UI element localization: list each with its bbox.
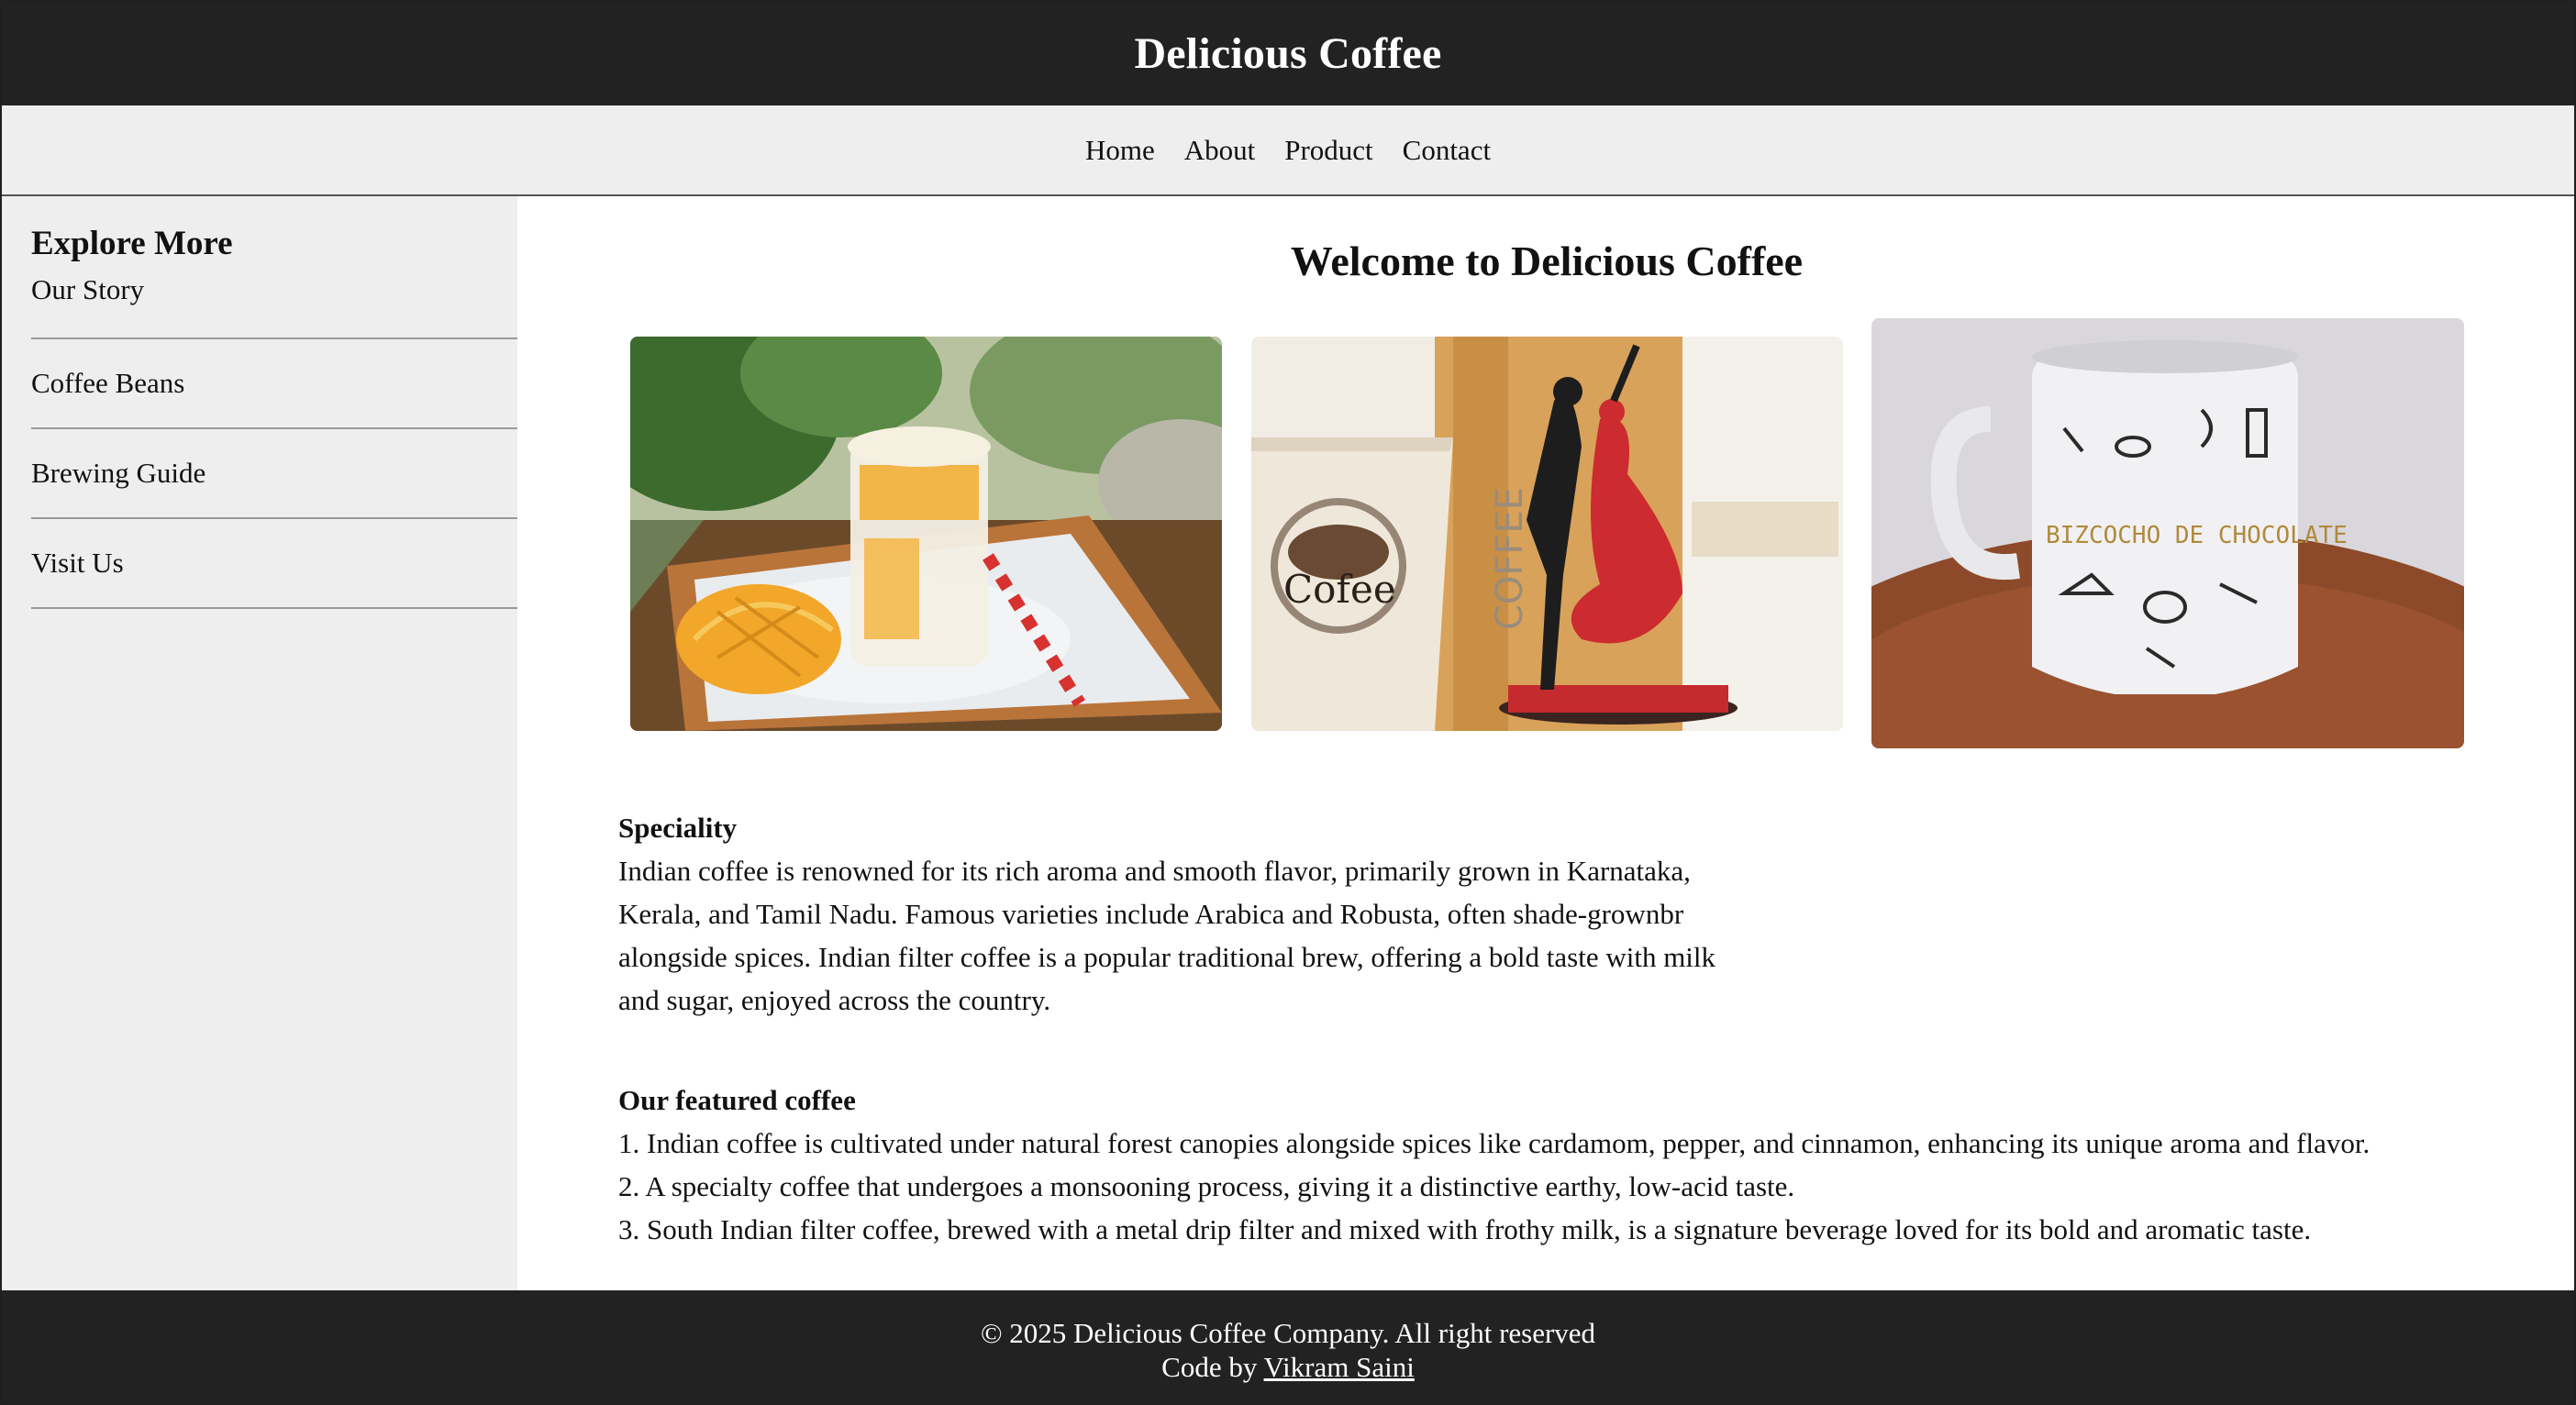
sidebar-item-visit-us[interactable]: Visit Us: [31, 519, 517, 610]
featured-item: 1. Indian coffee is cultivated under nat…: [618, 1127, 2371, 1159]
main-content: Welcome to Delicious Coffee Cofee COFFEE…: [517, 196, 2574, 1290]
nav-home-link[interactable]: Home: [1085, 134, 1155, 167]
featured-item: 2. A specialty coffee that undergoes a m…: [618, 1170, 1795, 1202]
svg-text:Cofee: Cofee: [1283, 567, 1396, 612]
sidebar-list: Our Story Coffee Beans Brewing Guide Vis…: [31, 273, 517, 610]
footer-credit-prefix: Code by: [1161, 1351, 1264, 1383]
svg-text:COFFEE: COFFEE: [1489, 487, 1531, 630]
nav-product-link[interactable]: Product: [1284, 134, 1372, 167]
sidebar-item-label: Visit Us: [31, 547, 124, 580]
sidebar-item-our-story[interactable]: Our Story: [31, 273, 517, 340]
mango-milkshake-photo: [630, 337, 1222, 731]
footer-credit: Code by Vikram Saini: [2, 1350, 2574, 1384]
speciality-heading: Speciality: [618, 812, 738, 844]
mug-cocoa-powder-image: BIZCOCHO DE CHOCOLATE: [1871, 318, 2464, 748]
sidebar-item-label: Brewing Guide: [31, 457, 206, 490]
site-header: Delicious Coffee: [2, 2, 2574, 105]
site-title: Delicious Coffee: [1134, 29, 1442, 78]
nav-about-link[interactable]: About: [1184, 134, 1256, 167]
coffee-cup-figurine-image: Cofee COFFEE: [1251, 337, 1843, 731]
mug-text: BIZCOCHO DE CHOCOLATE: [2046, 522, 2348, 549]
site-footer: © 2025 Delicious Coffee Company. All rig…: [2, 1290, 2574, 1403]
mug-cocoa-powder-photo: BIZCOCHO DE CHOCOLATE: [1871, 318, 2464, 748]
footer-copyright: © 2025 Delicious Coffee Company. All rig…: [980, 1317, 1596, 1349]
nav-contact-link[interactable]: Contact: [1403, 134, 1491, 167]
sidebar-title: Explore More: [31, 225, 233, 262]
featured-section: Our featured coffee 1. Indian coffee is …: [618, 1079, 2545, 1251]
sidebar-item-label: Coffee Beans: [31, 367, 185, 400]
speciality-section: Speciality Indian coffee is renowned for…: [618, 806, 1747, 1022]
sidebar-item-brewing-guide[interactable]: Brewing Guide: [31, 429, 517, 520]
mango-milkshake-image: [630, 337, 1222, 731]
featured-heading: Our featured coffee: [618, 1084, 856, 1116]
page-title: Welcome to Delicious Coffee: [1290, 238, 1804, 284]
sidebar: Explore More Our Story Coffee Beans Brew…: [2, 196, 517, 1290]
coffee-cup-figurine-photo: Cofee COFFEE: [1251, 337, 1843, 731]
top-nav: Home About Product Contact: [2, 105, 2574, 196]
page-frame: Delicious Coffee Home About Product Cont…: [0, 0, 2576, 1405]
sidebar-item-coffee-beans[interactable]: Coffee Beans: [31, 339, 517, 430]
author-link[interactable]: Vikram Saini: [1264, 1351, 1415, 1383]
speciality-text: Indian coffee is renowned for its rich a…: [618, 855, 1716, 1016]
sidebar-item-label: Our Story: [31, 273, 145, 306]
featured-item: 3. South Indian filter coffee, brewed wi…: [618, 1213, 2312, 1245]
featured-list: 1. Indian coffee is cultivated under nat…: [618, 1122, 2545, 1251]
